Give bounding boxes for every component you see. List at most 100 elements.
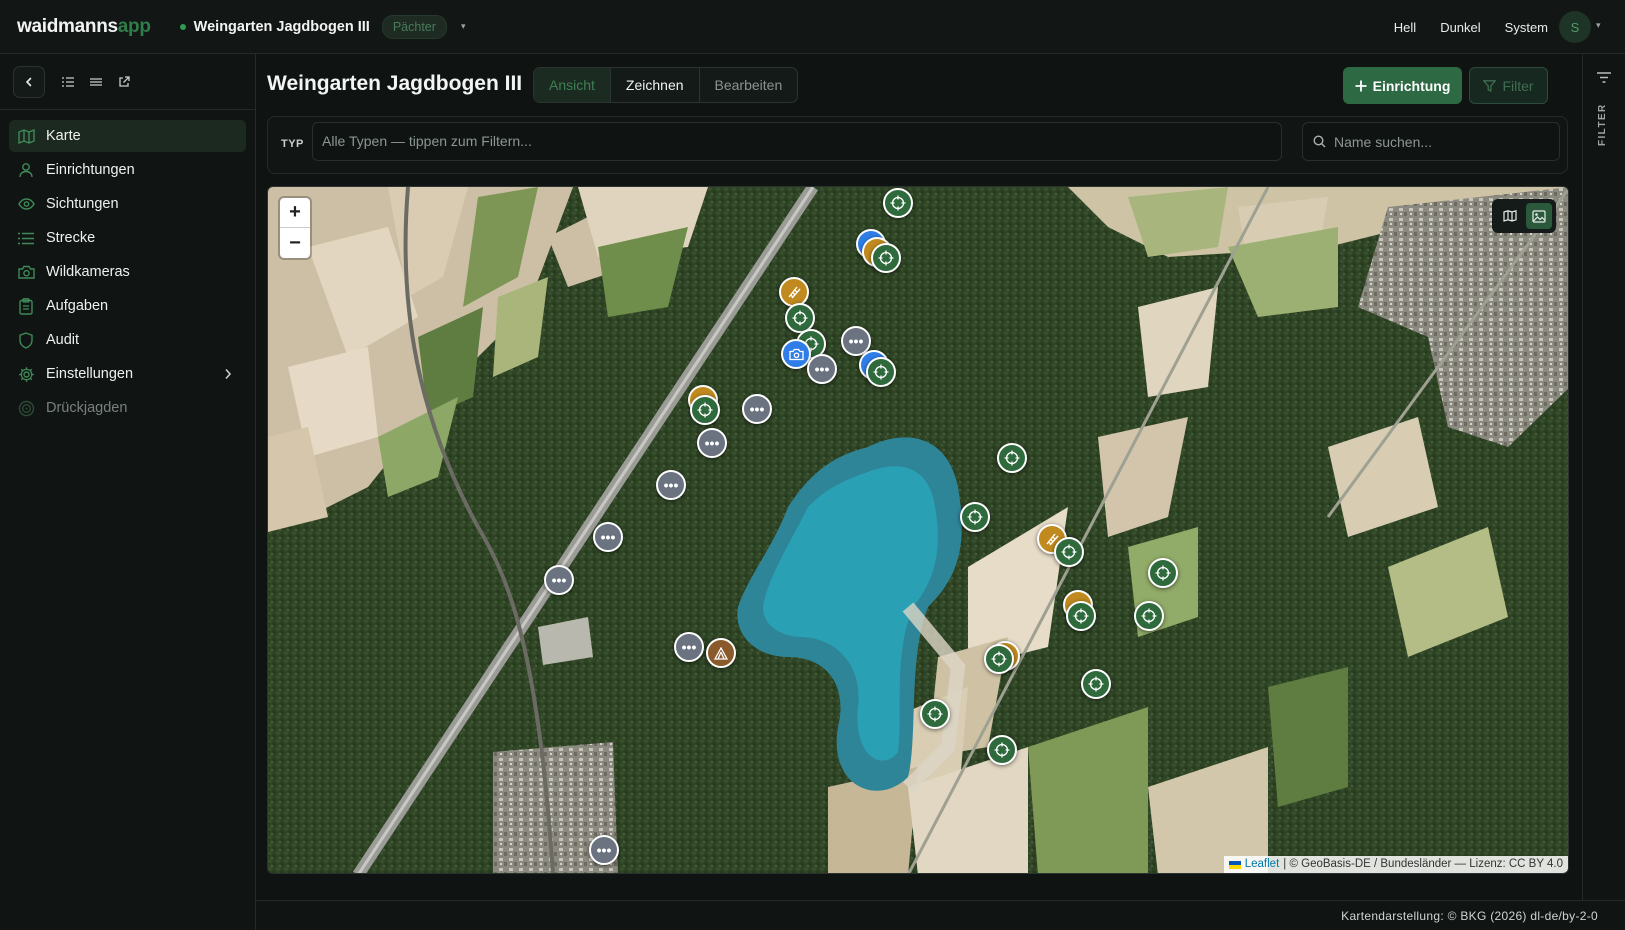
tab-ansicht[interactable]: Ansicht [534,68,611,102]
chevron-left-icon [25,77,32,86]
zoom-out-button[interactable]: − [280,228,310,258]
compact-view-icon[interactable] [90,76,102,88]
sidebar-item-einstellungen[interactable]: Einstellungen [9,358,246,390]
tab-zeichnen[interactable]: Zeichnen [611,68,700,102]
sidebar-item-sichtungen[interactable]: Sichtungen [9,188,246,220]
hochsitz-marker[interactable] [997,443,1027,473]
map-layer-button[interactable] [1497,203,1523,229]
more-icon: ••• [704,435,720,451]
layer-switcher [1492,199,1556,233]
hochsitz-marker[interactable] [984,644,1014,674]
add-einrichtung-button[interactable]: Einrichtung [1343,67,1462,104]
attribution-text: | © GeoBasis-DE / Bundesländer — Lizenz:… [1283,858,1563,870]
chevron-down-icon[interactable]: ▾ [1596,20,1601,31]
sidebar-item-aufgaben[interactable]: Aufgaben [9,290,246,322]
map-icon [17,127,35,145]
sidebar-toolbar [0,54,255,110]
satellite-layer-button[interactable] [1525,203,1552,229]
crosshair-icon [1073,608,1089,624]
sidebar-item-label: Drückjagden [46,400,128,416]
map[interactable]: ••• ••• ••• ••• ••• ••• ••• ••• ••• + − [267,186,1569,874]
sidebar-item-label: Strecke [46,230,96,246]
other-marker[interactable]: ••• [742,394,772,424]
hochsitz-marker[interactable] [883,188,913,218]
type-filter-input[interactable]: Alle Typen — tippen zum Filtern... [312,122,1282,161]
other-marker[interactable]: ••• [544,565,574,595]
role-badge: Pächter [381,14,447,39]
hochsitz-marker[interactable] [960,502,990,532]
other-marker[interactable]: ••• [674,632,704,662]
filter-rail: FILTER [1582,54,1625,900]
other-marker[interactable]: ••• [807,354,837,384]
filter-lines-icon[interactable] [1597,70,1611,86]
hochsitz-marker[interactable] [1081,669,1111,699]
sidebar-item-wildkameras[interactable]: Wildkameras [9,256,246,288]
more-icon: ••• [848,333,864,349]
hochsitz-marker[interactable] [690,395,720,425]
zelt-marker[interactable] [706,638,736,668]
crosshair-icon [1088,676,1104,692]
sidebar-item-karte[interactable]: Karte [9,120,246,152]
hochsitz-marker[interactable] [866,357,896,387]
leaflet-link[interactable]: Leaflet [1245,856,1280,873]
revier-dropdown-icon[interactable]: ▾ [461,21,466,32]
crosshair-icon [967,509,983,525]
map-attribution: Leaflet | © GeoBasis-DE / Bundesländer —… [1223,856,1568,873]
hochsitz-marker[interactable] [1066,601,1096,631]
page-title: Weingarten Jagdbogen III [267,72,523,95]
tent-icon [714,646,728,660]
sidebar-item-label: Sichtungen [46,196,119,212]
more-icon: ••• [551,572,567,588]
theme-dark-button[interactable]: Dunkel [1440,20,1480,35]
shield-icon [17,331,35,349]
zoom-in-button[interactable]: + [280,198,310,228]
other-marker[interactable]: ••• [589,835,619,865]
gear-icon [17,365,35,383]
crosshair-icon [878,250,894,266]
target-icon [17,399,35,417]
hochsitz-marker[interactable] [920,699,950,729]
sidebar-item-label: Wildkameras [46,264,130,280]
hochsitz-marker[interactable] [1148,558,1178,588]
external-link-icon[interactable] [118,75,130,88]
other-marker[interactable]: ••• [593,522,623,552]
crosshair-icon [873,364,889,380]
zoom-control: + − [280,198,310,258]
hochsitz-marker[interactable] [1134,601,1164,631]
hochsitz-marker[interactable] [987,735,1017,765]
list-icon [17,229,35,247]
main-content: Weingarten Jagdbogen III Ansicht Zeichne… [256,54,1582,900]
avatar[interactable]: S [1559,11,1591,43]
sidebar-item-label: Aufgaben [46,298,109,314]
theme-light-button[interactable]: Hell [1394,20,1416,35]
mode-switcher: Ansicht Zeichnen Bearbeiten [533,67,799,103]
filter-button[interactable]: Filter [1469,67,1548,104]
theme-system-button[interactable]: System [1505,20,1548,35]
sidebar-item-strecke[interactable]: Strecke [9,222,246,254]
filter-rail-title: FILTER [1597,103,1608,146]
theme-switcher: Hell Dunkel System [1394,0,1548,54]
other-marker[interactable]: ••• [697,428,727,458]
leiter-marker[interactable] [779,277,809,307]
more-icon: ••• [600,529,616,545]
crosshair-icon [1004,450,1020,466]
collapse-sidebar-button[interactable] [13,65,45,98]
revier-name[interactable]: Weingarten Jagdbogen III [194,19,370,35]
name-search-input[interactable]: Name suchen... [1302,122,1560,161]
crosshair-icon [697,402,713,418]
tab-bearbeiten[interactable]: Bearbeiten [700,68,798,102]
hochsitz-marker[interactable] [1054,537,1084,567]
sidebar-item-label: Karte [46,128,81,144]
app-logo[interactable]: waidmannsapp [17,16,151,38]
image-icon [1531,209,1546,223]
sidebar-item-einrichtungen[interactable]: Einrichtungen [9,154,246,186]
hochsitz-marker[interactable] [871,243,901,273]
camera-icon [788,348,804,360]
brand-part-a: waidmanns [17,15,118,37]
satellite-map-tiles[interactable] [268,187,1569,874]
sidebar-item-audit[interactable]: Audit [9,324,246,356]
list-view-icon[interactable] [62,76,74,88]
top-bar: waidmannsapp Weingarten Jagdbogen III Pä… [0,0,1625,54]
sidebar-item-drueckjagden[interactable]: Drückjagden [9,392,246,424]
other-marker[interactable]: ••• [656,470,686,500]
